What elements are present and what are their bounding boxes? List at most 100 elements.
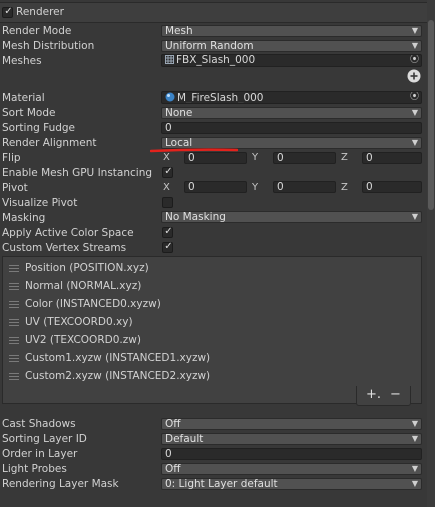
check-icon: ✓ <box>164 241 173 252</box>
list-item[interactable]: Position (POSITION.xyz) <box>9 262 149 274</box>
gpu-instancing-checkbox[interactable]: ✓ <box>162 166 173 178</box>
renderer-module-header[interactable]: ✓ Renderer <box>0 2 427 23</box>
pivot-x-axis-label: X <box>163 182 170 193</box>
flip-x-axis-label: X <box>163 152 170 163</box>
mesh-object-field[interactable]: FBX_Slash_000 ⦿ <box>161 54 422 67</box>
sorting-fudge-input[interactable]: 0 <box>161 122 422 134</box>
sort-mode-label: Sort Mode <box>2 107 56 119</box>
stream-label: Custom1.xyzw (INSTANCED1.xyzw) <box>25 352 211 364</box>
stream-label: Normal (NORMAL.xyz) <box>25 280 142 292</box>
stream-label: UV (TEXCOORD0.xy) <box>25 316 133 328</box>
pivot-z-input[interactable]: 0 <box>362 181 422 193</box>
pivot-x-input[interactable]: 0 <box>184 181 247 193</box>
list-item[interactable]: Normal (NORMAL.xyz) <box>9 280 141 292</box>
mesh-distribution-value: Uniform Random <box>165 40 254 52</box>
scrollbar-thumb[interactable] <box>428 20 434 210</box>
mesh-distribution-dropdown[interactable]: Uniform Random ▼ <box>161 40 422 52</box>
drag-handle-icon[interactable] <box>9 372 19 380</box>
list-item[interactable]: UV2 (TEXCOORD0.zw) <box>9 334 141 346</box>
drag-handle-icon[interactable] <box>9 264 19 272</box>
meshes-label: Meshes <box>2 55 42 67</box>
vertex-streams-list: Position (POSITION.xyz) Normal (NORMAL.x… <box>2 256 422 404</box>
dropdown-arrow-icon: ▼ <box>411 212 418 221</box>
rendering-layer-mask-dropdown[interactable]: 0: Light Layer default ▼ <box>161 478 422 490</box>
light-probes-value: Off <box>165 463 181 475</box>
material-value: M_FireSlash_000 <box>177 92 264 104</box>
masking-value: No Masking <box>165 211 226 223</box>
flip-y-axis-label: Y <box>252 152 259 163</box>
check-icon: ✓ <box>164 226 173 237</box>
rendering-layer-mask-label: Rendering Layer Mask <box>2 478 119 490</box>
masking-label: Masking <box>2 212 46 224</box>
plus-circle-icon[interactable] <box>407 69 421 83</box>
flip-label: Flip <box>2 152 21 164</box>
sorting-layer-id-label: Sorting Layer ID <box>2 433 87 445</box>
pivot-z-axis-label: Z <box>341 182 348 193</box>
dropdown-arrow-icon: ▼ <box>411 138 418 147</box>
list-item[interactable]: UV (TEXCOORD0.xy) <box>9 316 133 328</box>
list-item[interactable]: Custom1.xyzw (INSTANCED1.xyzw) <box>9 352 210 364</box>
custom-vertex-streams-checkbox[interactable]: ✓ <box>162 241 173 253</box>
sorting-layer-id-value: Default <box>165 433 204 445</box>
add-stream-button[interactable]: +. <box>366 387 381 402</box>
sort-mode-dropdown[interactable]: None ▼ <box>161 107 422 119</box>
stream-label: Position (POSITION.xyz) <box>25 262 149 274</box>
dropdown-arrow-icon: ▼ <box>411 41 418 50</box>
light-probes-dropdown[interactable]: Off ▼ <box>161 463 422 475</box>
cast-shadows-dropdown[interactable]: Off ▼ <box>161 418 422 430</box>
apply-color-space-label: Apply Active Color Space <box>2 227 134 239</box>
flip-y-input[interactable]: 0 <box>273 152 336 164</box>
sort-mode-value: None <box>165 107 193 119</box>
mesh-value: FBX_Slash_000 <box>176 54 256 66</box>
dropdown-arrow-icon: ▼ <box>411 479 418 488</box>
sorting-fudge-label: Sorting Fudge <box>2 122 76 134</box>
stream-label: UV2 (TEXCOORD0.zw) <box>25 334 141 346</box>
target-icon[interactable]: ⦿ <box>410 55 419 65</box>
masking-dropdown[interactable]: No Masking ▼ <box>161 211 422 223</box>
drag-handle-icon[interactable] <box>9 282 19 290</box>
flip-x-input[interactable]: 0 <box>184 152 247 164</box>
stream-list-footer: +. − <box>356 386 411 406</box>
order-in-layer-label: Order in Layer <box>2 448 78 460</box>
drag-handle-icon[interactable] <box>9 318 19 326</box>
material-sphere-icon <box>165 92 175 102</box>
vertical-scrollbar[interactable] <box>427 0 435 507</box>
order-in-layer-input[interactable]: 0 <box>161 448 422 460</box>
flip-z-input[interactable]: 0 <box>362 152 422 164</box>
stream-label: Custom2.xyzw (INSTANCED2.xyzw) <box>25 370 211 382</box>
pivot-label: Pivot <box>2 182 28 194</box>
dropdown-arrow-icon: ▼ <box>411 464 418 473</box>
check-icon: ✓ <box>4 6 13 17</box>
drag-handle-icon[interactable] <box>9 354 19 362</box>
gpu-instancing-label: Enable Mesh GPU Instancing <box>2 167 153 179</box>
pivot-y-input[interactable]: 0 <box>273 181 336 193</box>
dropdown-arrow-icon: ▼ <box>411 108 418 117</box>
visualize-pivot-checkbox[interactable] <box>162 197 173 208</box>
custom-vertex-streams-label: Custom Vertex Streams <box>2 242 127 254</box>
material-label: Material <box>2 92 45 104</box>
stream-label: Color (INSTANCED0.xyzw) <box>25 298 161 310</box>
pivot-y-axis-label: Y <box>252 182 259 193</box>
material-object-field[interactable]: M_FireSlash_000 ⦿ <box>161 91 422 104</box>
flip-z-axis-label: Z <box>341 152 348 163</box>
apply-color-space-checkbox[interactable]: ✓ <box>162 226 173 238</box>
remove-stream-button[interactable]: − <box>390 387 401 402</box>
check-icon: ✓ <box>164 166 173 177</box>
renderer-enabled-checkbox[interactable]: ✓ <box>2 6 13 18</box>
dropdown-arrow-icon: ▼ <box>411 419 418 428</box>
list-item[interactable]: Color (INSTANCED0.xyzw) <box>9 298 161 310</box>
dropdown-arrow-icon: ▼ <box>411 26 418 35</box>
dropdown-arrow-icon: ▼ <box>411 434 418 443</box>
drag-handle-icon[interactable] <box>9 300 19 308</box>
visualize-pivot-label: Visualize Pivot <box>2 197 78 209</box>
drag-handle-icon[interactable] <box>9 336 19 344</box>
light-probes-label: Light Probes <box>2 463 67 475</box>
cast-shadows-label: Cast Shadows <box>2 418 76 430</box>
list-item[interactable]: Custom2.xyzw (INSTANCED2.xyzw) <box>9 370 210 382</box>
sorting-layer-id-dropdown[interactable]: Default ▼ <box>161 433 422 445</box>
render-mode-label: Render Mode <box>2 25 72 37</box>
target-icon[interactable]: ⦿ <box>410 92 419 102</box>
cast-shadows-value: Off <box>165 418 181 430</box>
render-mode-value: Mesh <box>165 25 193 37</box>
render-mode-dropdown[interactable]: Mesh ▼ <box>161 25 422 37</box>
